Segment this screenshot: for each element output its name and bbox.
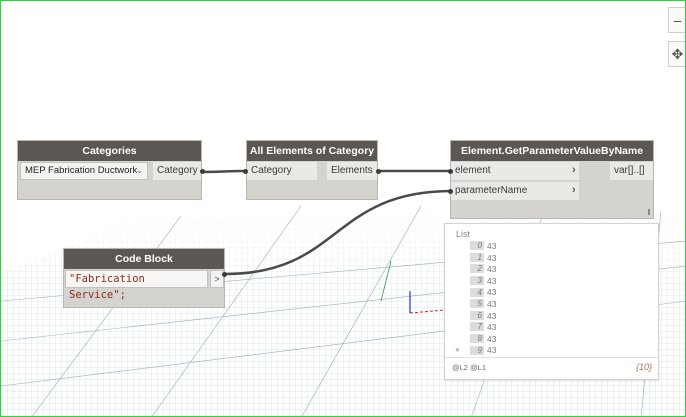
output-dot (200, 169, 205, 174)
list-item: 0 43 (470, 240, 496, 251)
list-index: 4 (470, 287, 484, 297)
list-index: 5 (470, 299, 484, 309)
all-elements-of-category-node[interactable]: All Elements of Category Category Elemen… (247, 141, 377, 199)
input-dot (448, 189, 453, 194)
node-title: Element.GetParameterValueByName (451, 141, 653, 161)
get-parameter-value-by-name-node[interactable]: Element.GetParameterValueByName element … (451, 141, 653, 218)
code-input[interactable]: "Fabrication Service"; (65, 270, 208, 301)
chevron-down-icon: ⌄ (136, 166, 143, 175)
output-port-var[interactable]: var[]..[] (610, 162, 653, 180)
node-title: Code Block (64, 249, 224, 269)
resize-grip-icon[interactable] (648, 209, 650, 215)
output-dot (222, 272, 227, 277)
dropdown-value: MEP Fabrication Ductwork (25, 165, 138, 176)
list-index: 9 (470, 345, 484, 355)
list-item: 6 43 (470, 310, 496, 321)
list-index: 0 (470, 241, 484, 251)
input-dot (243, 169, 248, 174)
list-item: 3 43 (470, 275, 496, 286)
minus-icon: – (673, 12, 682, 28)
list-item: 1 43 (470, 252, 496, 263)
preview-footer: @L2 @L1 {10} (445, 357, 658, 379)
bullet-icon: ● (455, 345, 460, 354)
list-value: 43 (487, 275, 497, 286)
list-value: 43 (487, 252, 497, 263)
list-index: 3 (470, 276, 484, 286)
code-block-node[interactable]: Code Block "Fabrication Service"; > (64, 249, 224, 307)
list-index: 2 (470, 264, 484, 274)
dynamo-canvas[interactable]: Categories MEP Fabrication Ductwork ⌄ Ca… (0, 0, 686, 417)
list-value: 43 (487, 287, 497, 298)
node-preview-bubble[interactable]: List 0 43 1 43 2 43 3 43 4 43 5 43 6 43 7 43 8 43 9 43 ● @L… (444, 223, 659, 380)
input-dot (448, 169, 453, 174)
chevron-right-icon: › (572, 184, 576, 196)
canvas-nav-controls: – ✥ (668, 1, 685, 71)
input-port-parametername[interactable]: parameterName (451, 182, 579, 200)
node-title: All Elements of Category (247, 141, 377, 161)
list-value: 43 (487, 345, 497, 356)
categories-node[interactable]: Categories MEP Fabrication Ductwork ⌄ Ca… (18, 141, 201, 199)
list-value: 43 (487, 321, 497, 332)
list-index: 1 (470, 252, 484, 262)
list-item: 7 43 (470, 321, 496, 332)
list-index: 7 (470, 322, 484, 332)
list-value: 43 (487, 310, 497, 321)
list-index: 8 (470, 334, 484, 344)
list-levels[interactable]: @L2 @L1 (452, 363, 486, 372)
list-item: 9 43 (470, 344, 496, 355)
output-port-category[interactable]: Category (153, 162, 201, 180)
output-dot (376, 169, 381, 174)
input-port-element[interactable]: element (451, 162, 579, 180)
item-count: {10} (635, 362, 652, 372)
list-item: 2 43 (470, 263, 496, 274)
list-value: 43 (487, 333, 497, 344)
list-label: List (456, 229, 471, 239)
pan-button[interactable]: ✥ (668, 41, 685, 67)
chevron-right-icon: › (572, 164, 576, 176)
list-value: 43 (487, 240, 497, 251)
list-index: 6 (470, 310, 484, 320)
category-dropdown[interactable]: MEP Fabrication Ductwork ⌄ (20, 162, 148, 180)
zoom-out-button[interactable]: – (668, 7, 685, 33)
list-item: 5 43 (470, 298, 496, 309)
list-item: 8 43 (470, 333, 496, 344)
move-icon: ✥ (671, 46, 684, 62)
node-title: Categories (18, 141, 201, 161)
list-item: 4 43 (470, 286, 496, 297)
output-port-elements[interactable]: Elements (327, 162, 377, 180)
list-value: 43 (487, 298, 497, 309)
list-value: 43 (487, 263, 497, 274)
input-port-category[interactable]: Category (247, 162, 317, 180)
